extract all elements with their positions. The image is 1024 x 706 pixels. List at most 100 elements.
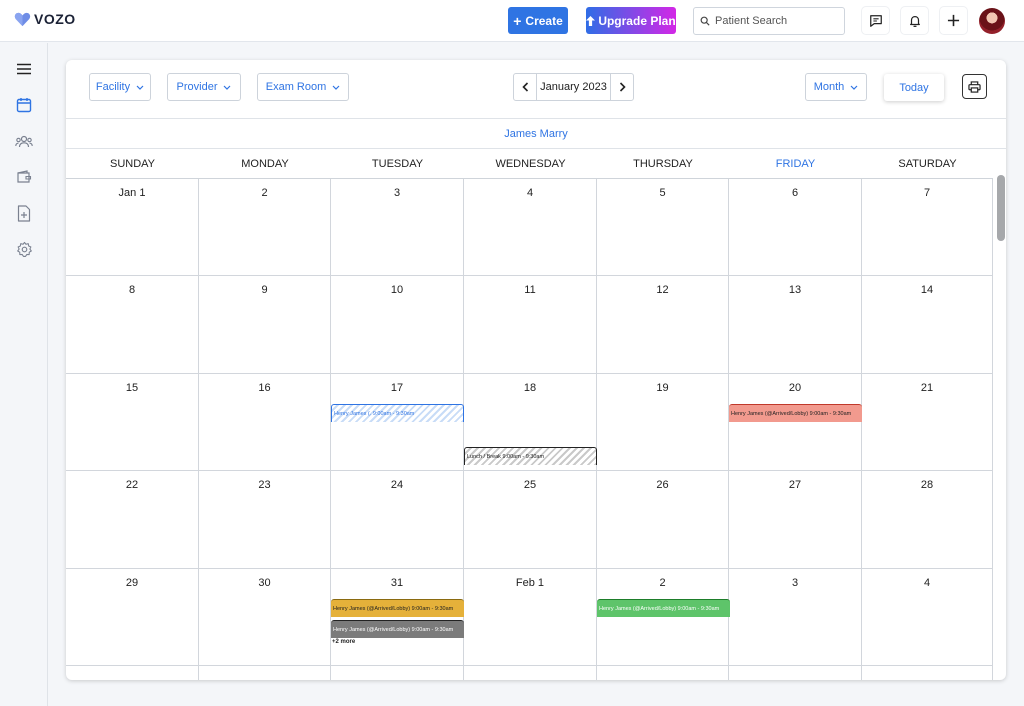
day-number: 12 — [656, 284, 669, 297]
day-number: 13 — [788, 284, 802, 297]
calendar-scrollbar[interactable] — [997, 175, 1005, 241]
exam-room-dropdown[interactable]: Exam Room — [257, 73, 349, 101]
sidebar-item-documents[interactable] — [15, 204, 33, 222]
current-month-label: January 2023 — [536, 74, 611, 100]
day-cell[interactable]: 23 — [199, 471, 331, 569]
day-cell[interactable]: 15 — [66, 373, 199, 472]
day-number: 4 — [923, 576, 931, 589]
weekday-wednesday: WEDNESDAY — [464, 149, 597, 179]
search-input[interactable] — [715, 15, 835, 27]
create-button[interactable]: + Create — [508, 7, 568, 34]
day-cell[interactable]: 7 — [862, 179, 993, 277]
day-cell[interactable]: 12 — [597, 276, 729, 374]
chevron-down-icon — [224, 85, 231, 90]
weekday-monday: MONDAY — [199, 149, 331, 179]
day-number: 28 — [920, 479, 934, 492]
day-cell[interactable] — [199, 666, 331, 680]
menu-button[interactable] — [15, 60, 33, 78]
messages-button[interactable] — [862, 7, 889, 34]
calendar-event[interactable]: Henry James (. 9:00am - 9:30am — [331, 403, 464, 422]
calendar-event[interactable]: Henry James (@Arrived/Lobby) 9:00am - 9:… — [331, 598, 464, 617]
vozo-logo[interactable]: VOZO — [14, 11, 76, 27]
day-cell[interactable] — [862, 666, 993, 680]
upgrade-plan-button[interactable]: Upgrade Plan — [586, 7, 676, 34]
calendar-event[interactable]: Henry James (@Arrived/Lobby) 9:00am - 9:… — [729, 403, 862, 422]
day-cell[interactable]: 2 — [199, 179, 331, 277]
day-cell[interactable]: 28 — [862, 471, 993, 569]
day-cell[interactable]: 26 — [597, 471, 729, 569]
more-events-link[interactable]: +2 more — [332, 639, 355, 645]
day-cell[interactable]: 3 — [331, 179, 464, 277]
sidebar-item-calendar[interactable] — [15, 96, 33, 114]
view-dropdown[interactable]: Month — [805, 73, 867, 101]
search-icon — [700, 16, 710, 26]
day-cell[interactable]: 17 Henry James (. 9:00am - 9:30am — [331, 373, 464, 472]
weekday-thursday: THURSDAY — [597, 149, 729, 179]
calendar-event[interactable]: Henry James (@Arrived/Lobby) 9:00am - 9:… — [597, 598, 730, 617]
previous-month-button[interactable] — [514, 74, 536, 100]
day-cell[interactable]: 5 — [597, 179, 729, 277]
weekday-sunday: SUNDAY — [66, 149, 199, 179]
plus-icon: + — [513, 12, 522, 29]
day-cell[interactable]: Jan 1 — [66, 179, 199, 277]
day-cell[interactable]: 24 — [331, 471, 464, 569]
day-cell[interactable]: 8 — [66, 276, 199, 374]
create-label: Create — [525, 13, 563, 28]
user-avatar[interactable] — [979, 8, 1005, 34]
day-number: 11 — [524, 284, 536, 297]
day-cell[interactable]: 22 — [66, 471, 199, 569]
day-cell[interactable]: 13 — [729, 276, 862, 374]
day-cell[interactable]: 9 — [199, 276, 331, 374]
today-button[interactable]: Today — [884, 74, 944, 101]
day-cell[interactable]: 4 — [862, 568, 993, 666]
day-number: 25 — [523, 479, 537, 492]
day-number: 26 — [656, 479, 669, 492]
day-cell[interactable]: 20 Henry James (@Arrived/Lobby) 9:00am - … — [729, 373, 862, 472]
day-cell[interactable]: 4 — [464, 179, 597, 277]
day-cell[interactable]: 3 — [729, 568, 862, 666]
month-grid: Jan 1 2 3 4 5 6 7 8 9 10 11 12 13 14 15 16 17 Henry James… — [66, 179, 993, 680]
day-cell[interactable]: Feb 1 — [464, 568, 597, 666]
calendar-event[interactable]: Lunch / Break 9:00am - 9:30am — [464, 446, 597, 465]
day-number: 3 — [393, 187, 401, 199]
facility-dropdown[interactable]: Facility — [89, 73, 151, 101]
day-number: 3 — [791, 576, 799, 589]
next-month-button[interactable] — [611, 74, 633, 100]
day-cell[interactable]: 6 — [729, 179, 862, 277]
day-cell[interactable]: 29 — [66, 568, 199, 666]
print-button[interactable] — [962, 74, 987, 99]
day-cell[interactable] — [597, 666, 729, 680]
day-cell[interactable]: 11 — [464, 276, 597, 374]
add-button[interactable] — [940, 7, 967, 34]
day-cell[interactable] — [464, 666, 597, 680]
provider-name: James Marry — [66, 118, 1006, 149]
day-cell[interactable]: 25 — [464, 471, 597, 569]
day-cell[interactable]: 18 Lunch / Break 9:00am - 9:30am — [464, 373, 597, 472]
day-cell[interactable]: 31 Henry James (@Arrived/Lobby) 9:00am - … — [331, 568, 464, 666]
day-cell[interactable]: 19 — [597, 373, 729, 472]
bell-icon — [909, 15, 920, 27]
day-number: 8 — [128, 284, 136, 297]
view-label: Month — [813, 81, 845, 93]
day-cell[interactable]: 10 — [331, 276, 464, 374]
day-cell[interactable] — [66, 666, 199, 680]
patient-search[interactable] — [693, 7, 845, 35]
day-cell[interactable] — [729, 666, 862, 680]
day-cell[interactable]: 14 — [862, 276, 993, 374]
sidebar-item-patients[interactable] — [15, 133, 33, 151]
add-document-icon — [17, 204, 31, 222]
day-cell[interactable]: 21 — [862, 373, 993, 472]
day-cell[interactable]: 2 Henry James (@Arrived/Lobby) 9:00am - 9… — [597, 568, 730, 666]
day-number: 30 — [258, 576, 271, 589]
chevron-down-icon — [332, 85, 340, 90]
day-cell[interactable]: 30 — [199, 568, 331, 666]
provider-dropdown[interactable]: Provider — [167, 73, 241, 101]
day-cell[interactable] — [331, 666, 464, 680]
notifications-button[interactable] — [901, 7, 928, 34]
settings-icon — [16, 241, 32, 257]
day-cell[interactable]: 27 — [729, 471, 862, 569]
sidebar-item-billing[interactable] — [15, 168, 33, 186]
calendar-event[interactable]: Henry James (@Arrived/Lobby) 9:00am - 9:… — [331, 620, 464, 639]
day-cell[interactable]: 16 — [199, 373, 331, 472]
sidebar-item-settings[interactable] — [15, 240, 33, 258]
